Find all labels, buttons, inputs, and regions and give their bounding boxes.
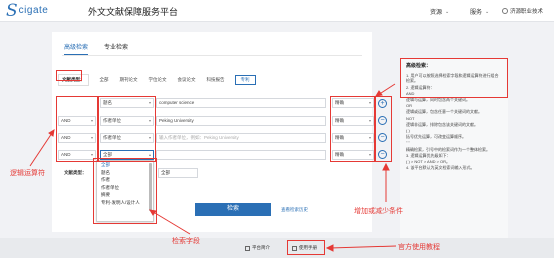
arrow-manual (329, 245, 397, 249)
arrowhead (382, 162, 390, 171)
arrowhead (149, 209, 157, 216)
arrowhead (375, 90, 383, 97)
annotation-arrows (29, 83, 397, 252)
arrow-logic (29, 129, 55, 167)
arrowhead (325, 244, 334, 252)
arrowhead (48, 129, 55, 137)
arrow-fields (149, 209, 191, 235)
